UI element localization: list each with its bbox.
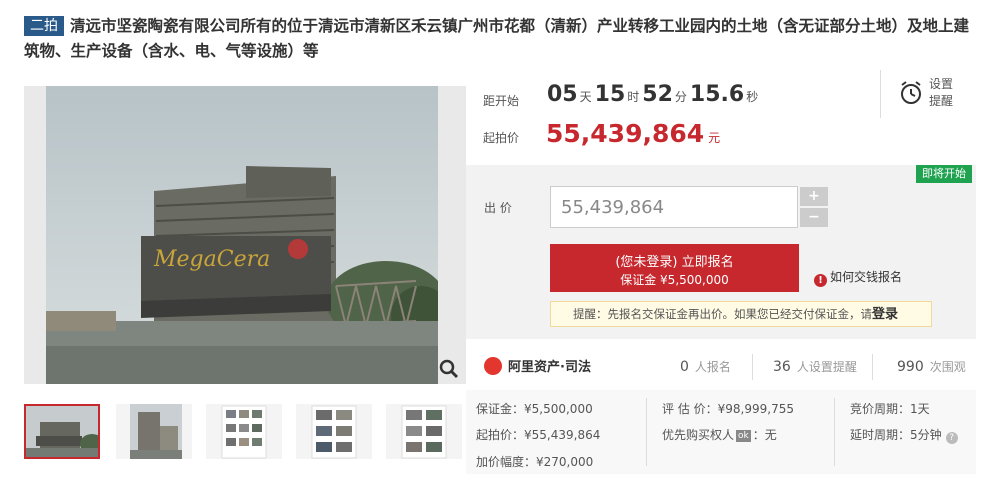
decrease-bid-button[interactable]: − xyxy=(800,208,828,227)
set-reminder-button[interactable]: 设置 提醒 xyxy=(880,70,970,118)
bid-label: 出 价 xyxy=(484,201,512,215)
round-badge: 二拍 xyxy=(24,16,64,36)
platform-brand[interactable]: 阿里资产·司法 xyxy=(484,356,591,380)
start-price-unit: 元 xyxy=(708,131,721,145)
auction-details: 保证金：¥5,500,000 起拍价：¥55,439,864 加价幅度：¥270… xyxy=(466,390,976,474)
divider xyxy=(872,354,873,380)
main-photo[interactable]: MegaCera xyxy=(24,86,466,384)
info-icon: ! xyxy=(814,274,827,287)
bid-cycle-info: 竞价周期：1天 xyxy=(850,402,930,416)
countdown-minutes: 52 xyxy=(642,82,673,107)
start-price-label: 起拍价 xyxy=(483,131,520,145)
thumbnail[interactable] xyxy=(386,404,462,459)
start-price-info: 起拍价：¥55,439,864 xyxy=(476,428,601,442)
countdown-hours: 15 xyxy=(594,82,626,107)
reminder-label: 设置 提醒 xyxy=(929,77,954,108)
signup-button-label: (您未登录) 立即报名 xyxy=(615,255,734,270)
bid-amount-input[interactable] xyxy=(550,186,798,228)
start-price-value: 55,439,864 xyxy=(546,119,705,148)
thumbnail-strip xyxy=(24,404,466,460)
view-count: 990 次围观 xyxy=(897,359,966,375)
deposit-info: 保证金：¥5,500,000 xyxy=(476,402,593,416)
tip-text: 提醒：先报名交保证金再出价。如果您已经交付保证金，请 xyxy=(573,307,872,321)
countdown-label: 距开始 xyxy=(483,94,520,108)
factory-photo: MegaCera xyxy=(46,86,438,384)
priority-buyer-info: 优先购买权人 ok ：无 xyxy=(662,428,777,442)
alarm-clock-icon xyxy=(901,81,921,104)
reminder-count: 36 人设置提醒 xyxy=(773,359,857,375)
signup-deposit-text: 保证金 ¥5,500,000 xyxy=(620,273,729,287)
countdown-timer: 05 天 15 时 52 分 15.6 秒 xyxy=(547,82,759,107)
appraisal-info: 评 估 价：¥98,999,755 xyxy=(662,402,794,416)
countdown-seconds: 15.6 xyxy=(689,82,745,107)
increase-bid-button[interactable]: + xyxy=(800,187,828,206)
start-price: 55,439,864 元 xyxy=(546,119,720,148)
signup-count: 0 人报名 xyxy=(680,359,731,375)
thumbnail[interactable] xyxy=(206,404,282,459)
ali-assets-logo-icon xyxy=(484,357,502,375)
divider xyxy=(646,398,647,466)
auction-title: 二拍 清远市坚瓷陶瓷有限公司所有的位于清远市清新区禾云镇广州市花都（清新）产业转移… xyxy=(24,14,974,64)
countdown-days: 05 xyxy=(547,82,578,107)
login-link[interactable]: 登录 xyxy=(872,307,898,322)
auction-title-text: 清远市坚瓷陶瓷有限公司所有的位于清远市清新区禾云镇广州市花都（清新）产业转移工业… xyxy=(24,17,970,60)
sign-text: MegaCera xyxy=(153,247,270,272)
status-badge: 即将开始 xyxy=(916,165,972,183)
priority-badge: ok xyxy=(736,430,751,442)
increment-info: 加价幅度：¥270,000 xyxy=(476,455,594,469)
thumbnail[interactable] xyxy=(296,404,372,459)
thumbnail[interactable] xyxy=(116,404,192,459)
delay-cycle-info: 延时周期：5分钟? xyxy=(850,426,958,444)
bid-panel: 即将开始 出 价 + − (您未登录) 立即报名 保证金 ¥5,500,000 … xyxy=(466,165,976,339)
help-icon[interactable]: ? xyxy=(945,432,958,444)
thumbnail[interactable] xyxy=(24,404,100,459)
login-tip: 提醒：先报名交保证金再出价。如果您已经交付保证金，请登录 xyxy=(550,301,932,327)
bid-stepper: + − xyxy=(800,187,828,227)
how-to-pay-link[interactable]: ! 如何交钱报名 xyxy=(814,268,902,287)
signup-button[interactable]: (您未登录) 立即报名 保证金 ¥5,500,000 xyxy=(550,244,799,292)
divider xyxy=(752,354,753,380)
divider xyxy=(834,398,835,466)
zoom-icon[interactable] xyxy=(438,358,460,380)
